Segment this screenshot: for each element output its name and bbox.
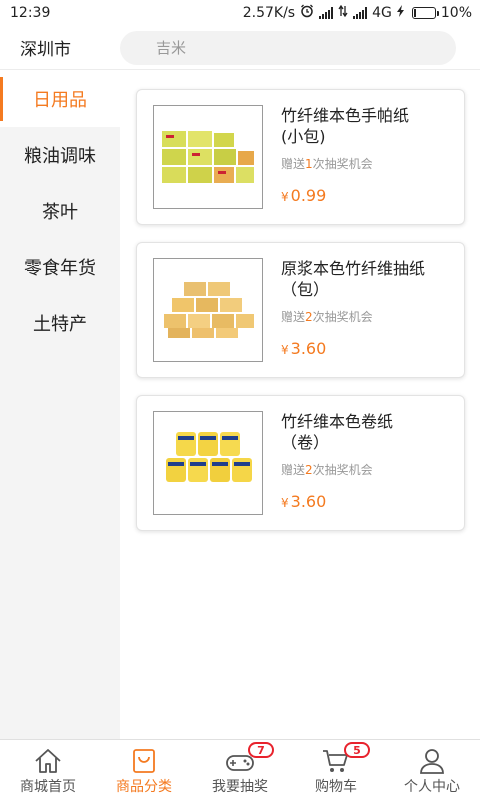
nav-home[interactable]: 商城首页 (0, 740, 96, 800)
product-card[interactable]: 原浆本色竹纤维抽纸 （包） 赠送2次抽奖机会 ¥3.60 (136, 242, 465, 378)
nav-category[interactable]: 商品分类 (96, 740, 192, 800)
home-icon (35, 749, 61, 773)
nav-label: 商品分类 (116, 779, 172, 795)
nav-cart[interactable]: 购物车 5 (288, 740, 384, 800)
currency-symbol: ¥ (281, 496, 289, 510)
battery-level: 10% (440, 5, 472, 21)
signal-icon-2 (353, 7, 368, 19)
nav-lottery[interactable]: 我要抽奖 7 (192, 740, 288, 800)
price-value: 0.99 (290, 186, 327, 205)
alarm-icon (300, 4, 314, 22)
sidebar-item-label: 茶叶 (42, 202, 78, 223)
product-name: 竹纤维本色卷纸 （卷） (281, 412, 394, 452)
product-image[interactable] (153, 258, 263, 362)
cart-count-badge: 5 (344, 742, 370, 758)
sidebar-item-tea[interactable]: 茶叶 (0, 183, 120, 239)
tissue-pack-image (162, 131, 254, 183)
category-sidebar: 日用品 粮油调味 茶叶 零食年货 土特产 (0, 71, 120, 739)
product-image[interactable] (153, 105, 263, 209)
sidebar-item-grain-oil[interactable]: 粮油调味 (0, 127, 120, 183)
tissue-box-image (164, 282, 254, 338)
sidebar-item-snacks[interactable]: 零食年货 (0, 239, 120, 295)
product-price: ¥3.60 (281, 492, 466, 511)
promo-count: 2 (305, 310, 313, 324)
product-name: 原浆本色竹纤维抽纸 （包） (281, 259, 426, 299)
product-card[interactable]: 竹纤维本色手帕纸 (小包) 赠送1次抽奖机会 ¥0.99 (136, 89, 465, 225)
data-arrows-icon (338, 4, 348, 21)
nav-profile[interactable]: 个人中心 (384, 740, 480, 800)
toilet-roll-image (166, 432, 252, 482)
promo-text: 赠送1次抽奖机会 (281, 157, 373, 171)
signal-icon (319, 7, 334, 19)
sidebar-item-label: 日用品 (33, 90, 87, 111)
status-bar: 12:39 2.57K/s 4G 10% (0, 0, 480, 26)
user-icon (420, 749, 444, 774)
promo-text: 赠送2次抽奖机会 (281, 463, 373, 477)
price-value: 3.60 (290, 339, 327, 358)
sidebar-item-daily-goods[interactable]: 日用品 (0, 71, 120, 127)
sidebar-item-label: 土特产 (33, 314, 87, 335)
search-input[interactable]: 吉米 (120, 30, 456, 65)
status-time: 12:39 (10, 5, 51, 21)
promo-count: 2 (305, 463, 313, 477)
promo-text: 赠送2次抽奖机会 (281, 310, 373, 324)
sidebar-item-label: 粮油调味 (24, 146, 96, 167)
product-name: 竹纤维本色手帕纸 (小包) (281, 106, 410, 146)
promo-count: 1 (305, 157, 313, 171)
product-card[interactable]: 竹纤维本色卷纸 （卷） 赠送2次抽奖机会 ¥3.60 (136, 395, 465, 531)
network-speed: 2.57K/s (242, 5, 296, 21)
network-type: 4G (372, 5, 392, 21)
product-price: ¥3.60 (281, 339, 466, 358)
nav-label: 我要抽奖 (212, 779, 268, 795)
category-bag-icon (133, 749, 155, 773)
header: 深圳市 吉米 (0, 26, 480, 70)
sidebar-item-label: 零食年货 (24, 258, 96, 279)
nav-label: 个人中心 (404, 779, 460, 795)
sidebar-item-local-specialties[interactable]: 土特产 (0, 295, 120, 351)
product-price: ¥0.99 (281, 186, 466, 205)
battery-icon (411, 7, 439, 19)
product-image[interactable] (153, 411, 263, 515)
product-list: 竹纤维本色手帕纸 (小包) 赠送1次抽奖机会 ¥0.99 原浆本色竹纤维抽纸 （… (120, 71, 480, 739)
nav-label: 商城首页 (20, 779, 76, 795)
currency-symbol: ¥ (281, 343, 289, 357)
city-selector[interactable]: 深圳市 (0, 35, 120, 60)
lottery-count-badge: 7 (248, 742, 274, 758)
charging-icon (396, 5, 405, 21)
nav-label: 购物车 (315, 779, 357, 795)
currency-symbol: ¥ (281, 190, 289, 204)
price-value: 3.60 (290, 492, 327, 511)
bottom-nav: 商城首页 商品分类 我要抽奖 7 购物车 5 个人中心 (0, 739, 480, 800)
